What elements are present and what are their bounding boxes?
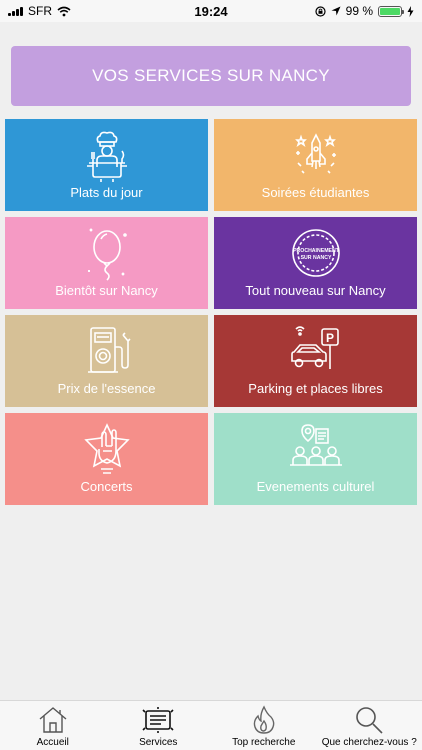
parking-icon: P	[286, 323, 346, 379]
tab-que-cherchez-vous[interactable]: Que cherchez-vous ?	[317, 701, 422, 750]
tile-label: Tout nouveau sur Nancy	[245, 283, 386, 298]
tile-label: Plats du jour	[70, 185, 143, 200]
parking-letter: P	[325, 331, 333, 345]
rock-hand-icon	[77, 421, 137, 477]
tab-label: Accueil	[36, 737, 69, 748]
flame-icon	[247, 705, 281, 735]
tile-parking-et-places-libres[interactable]: P Parking et places libres	[214, 315, 417, 407]
chef-icon	[77, 127, 137, 183]
tab-accueil[interactable]: Accueil	[0, 701, 106, 750]
tile-label: Evenements culturel	[256, 479, 375, 494]
location-arrow-icon	[331, 6, 341, 16]
battery-icon	[378, 5, 404, 17]
tab-label: Que cherchez-vous ?	[321, 737, 417, 748]
people-event-icon	[286, 421, 346, 477]
services-icon	[141, 705, 175, 735]
carrier-label: SFR	[28, 4, 52, 18]
search-icon	[352, 705, 386, 735]
tile-tout-nouveau-sur-nancy[interactable]: PROCHAINEMENT SUR NANCY Tout nouveau sur…	[214, 217, 417, 309]
fireworks-icon	[286, 127, 346, 183]
badge-text-line-1: PROCHAINEMENT	[293, 248, 340, 254]
tab-label: Services	[139, 737, 178, 748]
page-title: VOS SERVICES SUR NANCY	[92, 66, 330, 85]
tile-label: Prix de l'essence	[57, 381, 156, 396]
page-title-banner: VOS SERVICES SUR NANCY	[11, 46, 411, 106]
tile-label: Soirées étudiantes	[261, 185, 370, 200]
tile-prix-de-lessence[interactable]: Prix de l'essence	[5, 315, 208, 407]
tile-soirees-etudiantes[interactable]: Soirées étudiantes	[214, 119, 417, 211]
tile-concerts[interactable]: Concerts	[5, 413, 208, 505]
battery-percent: 99 %	[345, 4, 373, 18]
home-icon	[36, 705, 70, 735]
tile-label: Bientôt sur Nancy	[55, 283, 158, 298]
tile-label: Concerts	[80, 479, 133, 494]
tile-plats-du-jour[interactable]: Plats du jour	[5, 119, 208, 211]
status-bar: SFR 19:24 99 %	[0, 0, 422, 22]
badge-icon: PROCHAINEMENT SUR NANCY	[286, 225, 346, 281]
signal-icon	[8, 6, 23, 16]
tile-evenements-culturel[interactable]: Evenements culturel	[214, 413, 417, 505]
tab-top-recherche[interactable]: Top recherche	[211, 701, 317, 750]
clock: 19:24	[194, 3, 228, 19]
tab-services[interactable]: Services	[106, 701, 212, 750]
balloon-icon	[77, 225, 137, 281]
charging-icon	[407, 5, 414, 17]
tile-label: Parking et places libres	[248, 381, 383, 396]
tile-bientot-sur-nancy[interactable]: Bientôt sur Nancy	[5, 217, 208, 309]
gas-pump-icon	[77, 323, 137, 379]
tab-label: Top recherche	[232, 737, 296, 748]
tab-bar: Accueil Services Top recherche Que cherc…	[0, 700, 422, 750]
wifi-icon	[57, 6, 71, 16]
screen-lock-icon	[315, 5, 326, 17]
badge-text-line-2: SUR NANCY	[300, 255, 331, 261]
